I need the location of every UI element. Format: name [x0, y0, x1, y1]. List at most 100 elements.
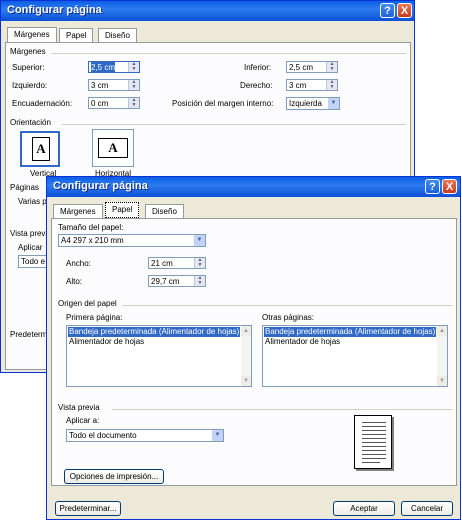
superior-value[interactable]: 2,5 cm — [91, 62, 116, 73]
front-title: Configurar página — [53, 180, 148, 192]
preview-text-line — [362, 430, 386, 431]
back-orientation-divider — [62, 124, 406, 125]
height-spinner[interactable]: 29,7 cm ▲ ▼ — [148, 275, 206, 287]
scroll-down-icon[interactable]: ▼ — [241, 376, 251, 386]
back-titlebar[interactable]: Configurar página ? X — [1, 1, 414, 21]
portrait-page-icon: A — [32, 137, 50, 161]
derecho-value[interactable]: 3 cm — [289, 80, 306, 91]
izquierdo-label: Izquierdo: — [12, 81, 48, 90]
inferior-spin-arrows[interactable]: ▲ ▼ — [326, 62, 337, 72]
scroll-up-icon[interactable]: ▲ — [241, 326, 251, 336]
other-pages-scrollbar[interactable]: ▲ ▼ — [437, 326, 447, 386]
width-spinner[interactable]: 21 cm ▲ ▼ — [148, 257, 206, 269]
front-apply-select[interactable]: Todo el documento ▼ — [66, 429, 224, 442]
width-value[interactable]: 21 cm — [151, 258, 173, 269]
back-margins-divider — [51, 53, 406, 54]
derecho-spin-arrows[interactable]: ▲ ▼ — [326, 80, 337, 90]
back-apply-label: Aplicar — [18, 243, 43, 252]
front-default-button[interactable]: Predeterminar... — [55, 501, 121, 516]
front-close-button[interactable]: X — [442, 179, 457, 194]
height-label: Alto: — [66, 277, 83, 286]
first-page-scrollbar[interactable]: ▲ ▼ — [241, 326, 251, 386]
chevron-down-icon[interactable]: ▼ — [212, 430, 223, 441]
derecho-label: Derecho: — [240, 81, 273, 90]
superior-spinner[interactable]: 2,5 cm ▲ ▼ — [88, 61, 140, 73]
back-tab-paper[interactable]: Papel — [59, 28, 94, 42]
cancel-button[interactable]: Cancelar — [401, 501, 453, 516]
izquierdo-value[interactable]: 3 cm — [91, 80, 108, 91]
paper-size-label: Tamaño del papel: — [58, 223, 124, 232]
print-options-button[interactable]: Opciones de impresión... — [64, 469, 164, 484]
paper-size-value: A4 297 x 210 mm — [61, 236, 124, 245]
front-tab-layout[interactable]: Diseño — [145, 204, 184, 218]
back-tab-layout[interactable]: Diseño — [98, 28, 137, 42]
back-title: Configurar página — [7, 4, 102, 16]
back-preview-label: Vista previ — [10, 229, 48, 238]
front-titlebar[interactable]: Configurar página ? X — [47, 177, 460, 197]
chevron-down-icon[interactable]: ▼ — [328, 98, 339, 109]
first-page-label: Primera página: — [66, 313, 123, 322]
landscape-page-icon: A — [98, 138, 128, 158]
izquierdo-spin-arrows[interactable]: ▲ ▼ — [128, 80, 139, 90]
inferior-spinner[interactable]: 2,5 cm ▲ ▼ — [286, 61, 338, 73]
preview-text-line — [362, 450, 386, 451]
preview-text-line — [362, 426, 386, 427]
back-tab-margins[interactable]: Márgenes — [7, 27, 57, 43]
back-default-button[interactable]: Predeterm — [10, 330, 47, 339]
chevron-down-icon[interactable]: ▼ — [194, 235, 205, 246]
front-dialog-window: Configurar página ? X Márgenes Papel Dis… — [46, 176, 461, 520]
back-help-button[interactable]: ? — [380, 3, 395, 18]
front-tab-margins[interactable]: Márgenes — [53, 204, 103, 218]
encuadernacion-label: Encuadernación: — [12, 99, 73, 108]
front-apply-value: Todo el documento — [69, 431, 137, 440]
superior-label: Superior: — [12, 63, 45, 72]
front-help-button[interactable]: ? — [425, 179, 440, 194]
height-value[interactable]: 29,7 cm — [151, 276, 179, 287]
scroll-down-icon[interactable]: ▼ — [437, 376, 447, 386]
preview-text-line — [362, 438, 386, 439]
first-page-listbox[interactable]: Bandeja predeterminada (Alimentador de h… — [66, 325, 252, 387]
encuadernacion-value[interactable]: 0 cm — [91, 98, 108, 109]
pages-label: Páginas — [10, 183, 39, 192]
width-spin-arrows[interactable]: ▲ ▼ — [194, 258, 205, 268]
back-close-button[interactable]: X — [397, 3, 412, 18]
other-pages-label: Otras páginas: — [262, 313, 315, 322]
first-page-item-default-tray[interactable]: Bandeja predeterminada (Alimentador de h… — [68, 327, 241, 337]
first-page-item-sheet-feeder[interactable]: Alimentador de hojas — [68, 337, 145, 347]
width-label: Ancho: — [66, 259, 91, 268]
gutter-position-label: Posición del margen interno: — [172, 99, 274, 108]
other-pages-listbox[interactable]: Bandeja predeterminada (Alimentador de h… — [262, 325, 448, 387]
preview-area — [348, 411, 410, 481]
derecho-spinner[interactable]: 3 cm ▲ ▼ — [286, 79, 338, 91]
other-pages-item-sheet-feeder[interactable]: Alimentador de hojas — [264, 337, 341, 347]
superior-spin-arrows[interactable]: ▲ ▼ — [128, 62, 139, 72]
height-spin-arrows[interactable]: ▲ ▼ — [194, 276, 205, 286]
paper-size-select[interactable]: A4 297 x 210 mm ▼ — [58, 234, 206, 247]
ok-button[interactable]: Aceptar — [333, 501, 395, 516]
paper-source-label: Origen del papel — [58, 299, 120, 308]
preview-text-line — [362, 422, 386, 423]
izquierdo-spinner[interactable]: 3 cm ▲ ▼ — [88, 79, 140, 91]
scroll-up-icon[interactable]: ▲ — [437, 326, 447, 336]
preview-text-line — [362, 442, 386, 443]
front-preview-label: Vista previa — [58, 403, 103, 412]
preview-text-line — [362, 434, 386, 435]
inferior-label: Inferior: — [244, 63, 272, 72]
horizontal-orientation-button[interactable]: A — [92, 129, 134, 167]
preview-text-line — [362, 458, 386, 459]
back-apply-value: Todo e — [21, 257, 46, 266]
preview-text-line — [362, 462, 380, 463]
front-tab-paper[interactable]: Papel — [105, 202, 140, 218]
multiple-pages-label: Varias p — [18, 197, 47, 206]
back-section-margins: Márgenes — [10, 47, 49, 56]
back-section-orientation: Orientación — [10, 118, 54, 127]
other-pages-item-default-tray[interactable]: Bandeja predeterminada (Alimentador de h… — [264, 327, 437, 337]
encuadernacion-spinner[interactable]: 0 cm ▲ ▼ — [88, 97, 140, 109]
encuadernacion-spin-arrows[interactable]: ▲ ▼ — [128, 98, 139, 108]
preview-text-line — [362, 446, 386, 447]
preview-page — [354, 415, 392, 469]
gutter-position-select[interactable]: Izquierda ▼ — [286, 97, 340, 110]
inferior-value[interactable]: 2,5 cm — [289, 62, 313, 73]
vertical-orientation-button[interactable]: A — [20, 131, 60, 167]
front-apply-label: Aplicar a: — [66, 416, 100, 425]
